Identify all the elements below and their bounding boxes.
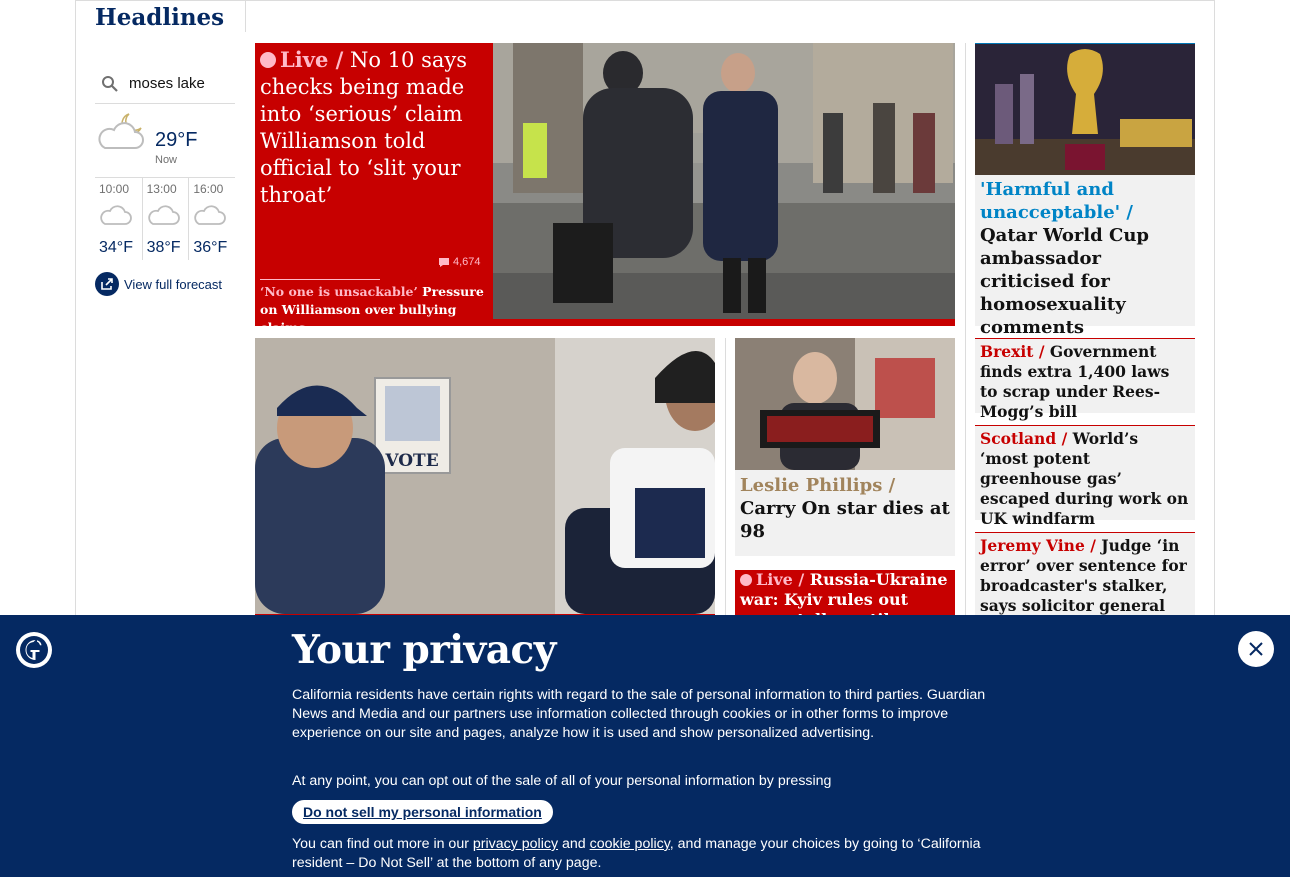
sublink[interactable]: ‘No one is unsackable’ Pressure on Willi… (260, 283, 490, 337)
comment-icon (439, 257, 449, 267)
side-story-kicker: Jeremy Vine / (980, 536, 1096, 555)
leslie-story-title: Carry On star dies at 98 (740, 498, 950, 542)
forecast-temp: 34°F (99, 239, 133, 256)
divider (725, 338, 726, 618)
weather-location[interactable]: moses lake (129, 75, 205, 92)
comment-count[interactable]: 4,674 (438, 256, 481, 268)
main-story-kicker: Live / (280, 47, 344, 72)
forecast-slot: 16:00 36°F (188, 178, 235, 260)
cloud-icon (194, 205, 227, 225)
weather-now-label: Now (155, 154, 178, 166)
divider (260, 279, 380, 280)
qatar-story-image (975, 44, 1195, 175)
forecast-temp: 36°F (193, 239, 228, 256)
russia-story-kicker: Live / (756, 570, 805, 589)
vote-story-image: VOTE (255, 338, 715, 614)
view-full-forecast-label[interactable]: View full forecast (124, 277, 222, 292)
main-story-headline[interactable]: Live / No 10 says checks being made into… (260, 46, 490, 209)
forecast-time: 13:00 (146, 182, 177, 196)
forecast-time: 16:00 (193, 182, 224, 196)
view-full-forecast-link[interactable]: View full forecast (95, 272, 222, 296)
qatar-story-kicker: 'Harmful and unacceptable' / (980, 179, 1133, 223)
main-story-card[interactable]: Live / No 10 says checks being made into… (255, 43, 955, 335)
side-story[interactable]: Jeremy Vine / Judge ‘in error’ over sent… (975, 532, 1195, 622)
close-icon (1249, 642, 1263, 656)
close-button[interactable] (1238, 631, 1274, 667)
partly-cloudy-night-icon (98, 113, 144, 149)
guardian-logo-icon (16, 632, 52, 668)
weather-widget: moses lake Now 10:00 34°F 13:00 38°F 16:… (95, 64, 235, 260)
cookie-policy-link[interactable]: cookie policy (590, 836, 670, 852)
side-story-headline[interactable]: Brexit / Government finds extra 1,400 la… (980, 342, 1190, 422)
divider (965, 43, 966, 618)
forecast-slot: 10:00 34°F (95, 178, 142, 260)
privacy-text: California residents have certain rights… (292, 687, 986, 741)
weather-now-temp: 29°F (155, 129, 198, 151)
privacy-text-segment: and (558, 836, 590, 852)
external-link-icon (95, 272, 119, 296)
live-dot-icon (260, 52, 276, 68)
leslie-story-kicker: Leslie Phillips / (740, 475, 896, 496)
divider (245, 0, 246, 32)
vote-sign-text: VOTE (384, 451, 438, 471)
privacy-banner: Your privacy California residents have c… (0, 615, 1290, 877)
side-story-kicker: Brexit / (980, 342, 1045, 361)
side-story-headline[interactable]: Jeremy Vine / Judge ‘in error’ over sent… (980, 536, 1190, 616)
section-title: Headlines (95, 4, 225, 31)
weather-location-row[interactable]: moses lake (95, 64, 235, 104)
cloud-icon (147, 205, 180, 225)
qatar-story-title: Qatar World Cup ambassador criticised fo… (980, 225, 1149, 338)
vote-story-card[interactable]: VOTE (255, 338, 715, 618)
sublink-kicker: ‘No one is unsackable’ (260, 284, 418, 299)
side-story-kicker: Scotland / (980, 429, 1068, 448)
privacy-title: Your privacy (292, 627, 556, 673)
privacy-text-segment: You can find out more in our (292, 836, 473, 852)
live-dot-icon (740, 574, 752, 586)
side-story[interactable]: Brexit / Government finds extra 1,400 la… (975, 338, 1195, 421)
forecast-time: 10:00 (99, 182, 130, 196)
cloud-icon (100, 205, 132, 225)
qatar-story-headline[interactable]: 'Harmful and unacceptable' / Qatar World… (975, 175, 1195, 342)
side-story[interactable]: Scotland / World’s ‘most potent greenhou… (975, 425, 1195, 528)
forecast-temp: 38°F (146, 239, 181, 256)
leslie-story-card[interactable]: Leslie Phillips / Carry On star dies at … (735, 338, 955, 556)
privacy-text: At any point, you can opt out of the sal… (292, 773, 832, 789)
comment-count-value: 4,674 (453, 256, 481, 268)
search-icon (102, 75, 118, 92)
weather-forecast: 10:00 34°F 13:00 38°F 16:00 36°F (95, 178, 235, 260)
leslie-story-headline[interactable]: Leslie Phillips / Carry On star dies at … (735, 470, 955, 547)
do-not-sell-button[interactable]: Do not sell my personal information (292, 800, 553, 824)
forecast-slot: 13:00 38°F (141, 178, 189, 260)
leslie-story-image (735, 338, 955, 470)
privacy-policy-link[interactable]: privacy policy (473, 836, 558, 852)
qatar-story-card[interactable]: 'Harmful and unacceptable' / Qatar World… (975, 43, 1195, 338)
main-story-image (493, 43, 955, 319)
side-story-headline[interactable]: Scotland / World’s ‘most potent greenhou… (980, 429, 1190, 529)
privacy-text: You can find out more in our privacy pol… (292, 835, 992, 873)
